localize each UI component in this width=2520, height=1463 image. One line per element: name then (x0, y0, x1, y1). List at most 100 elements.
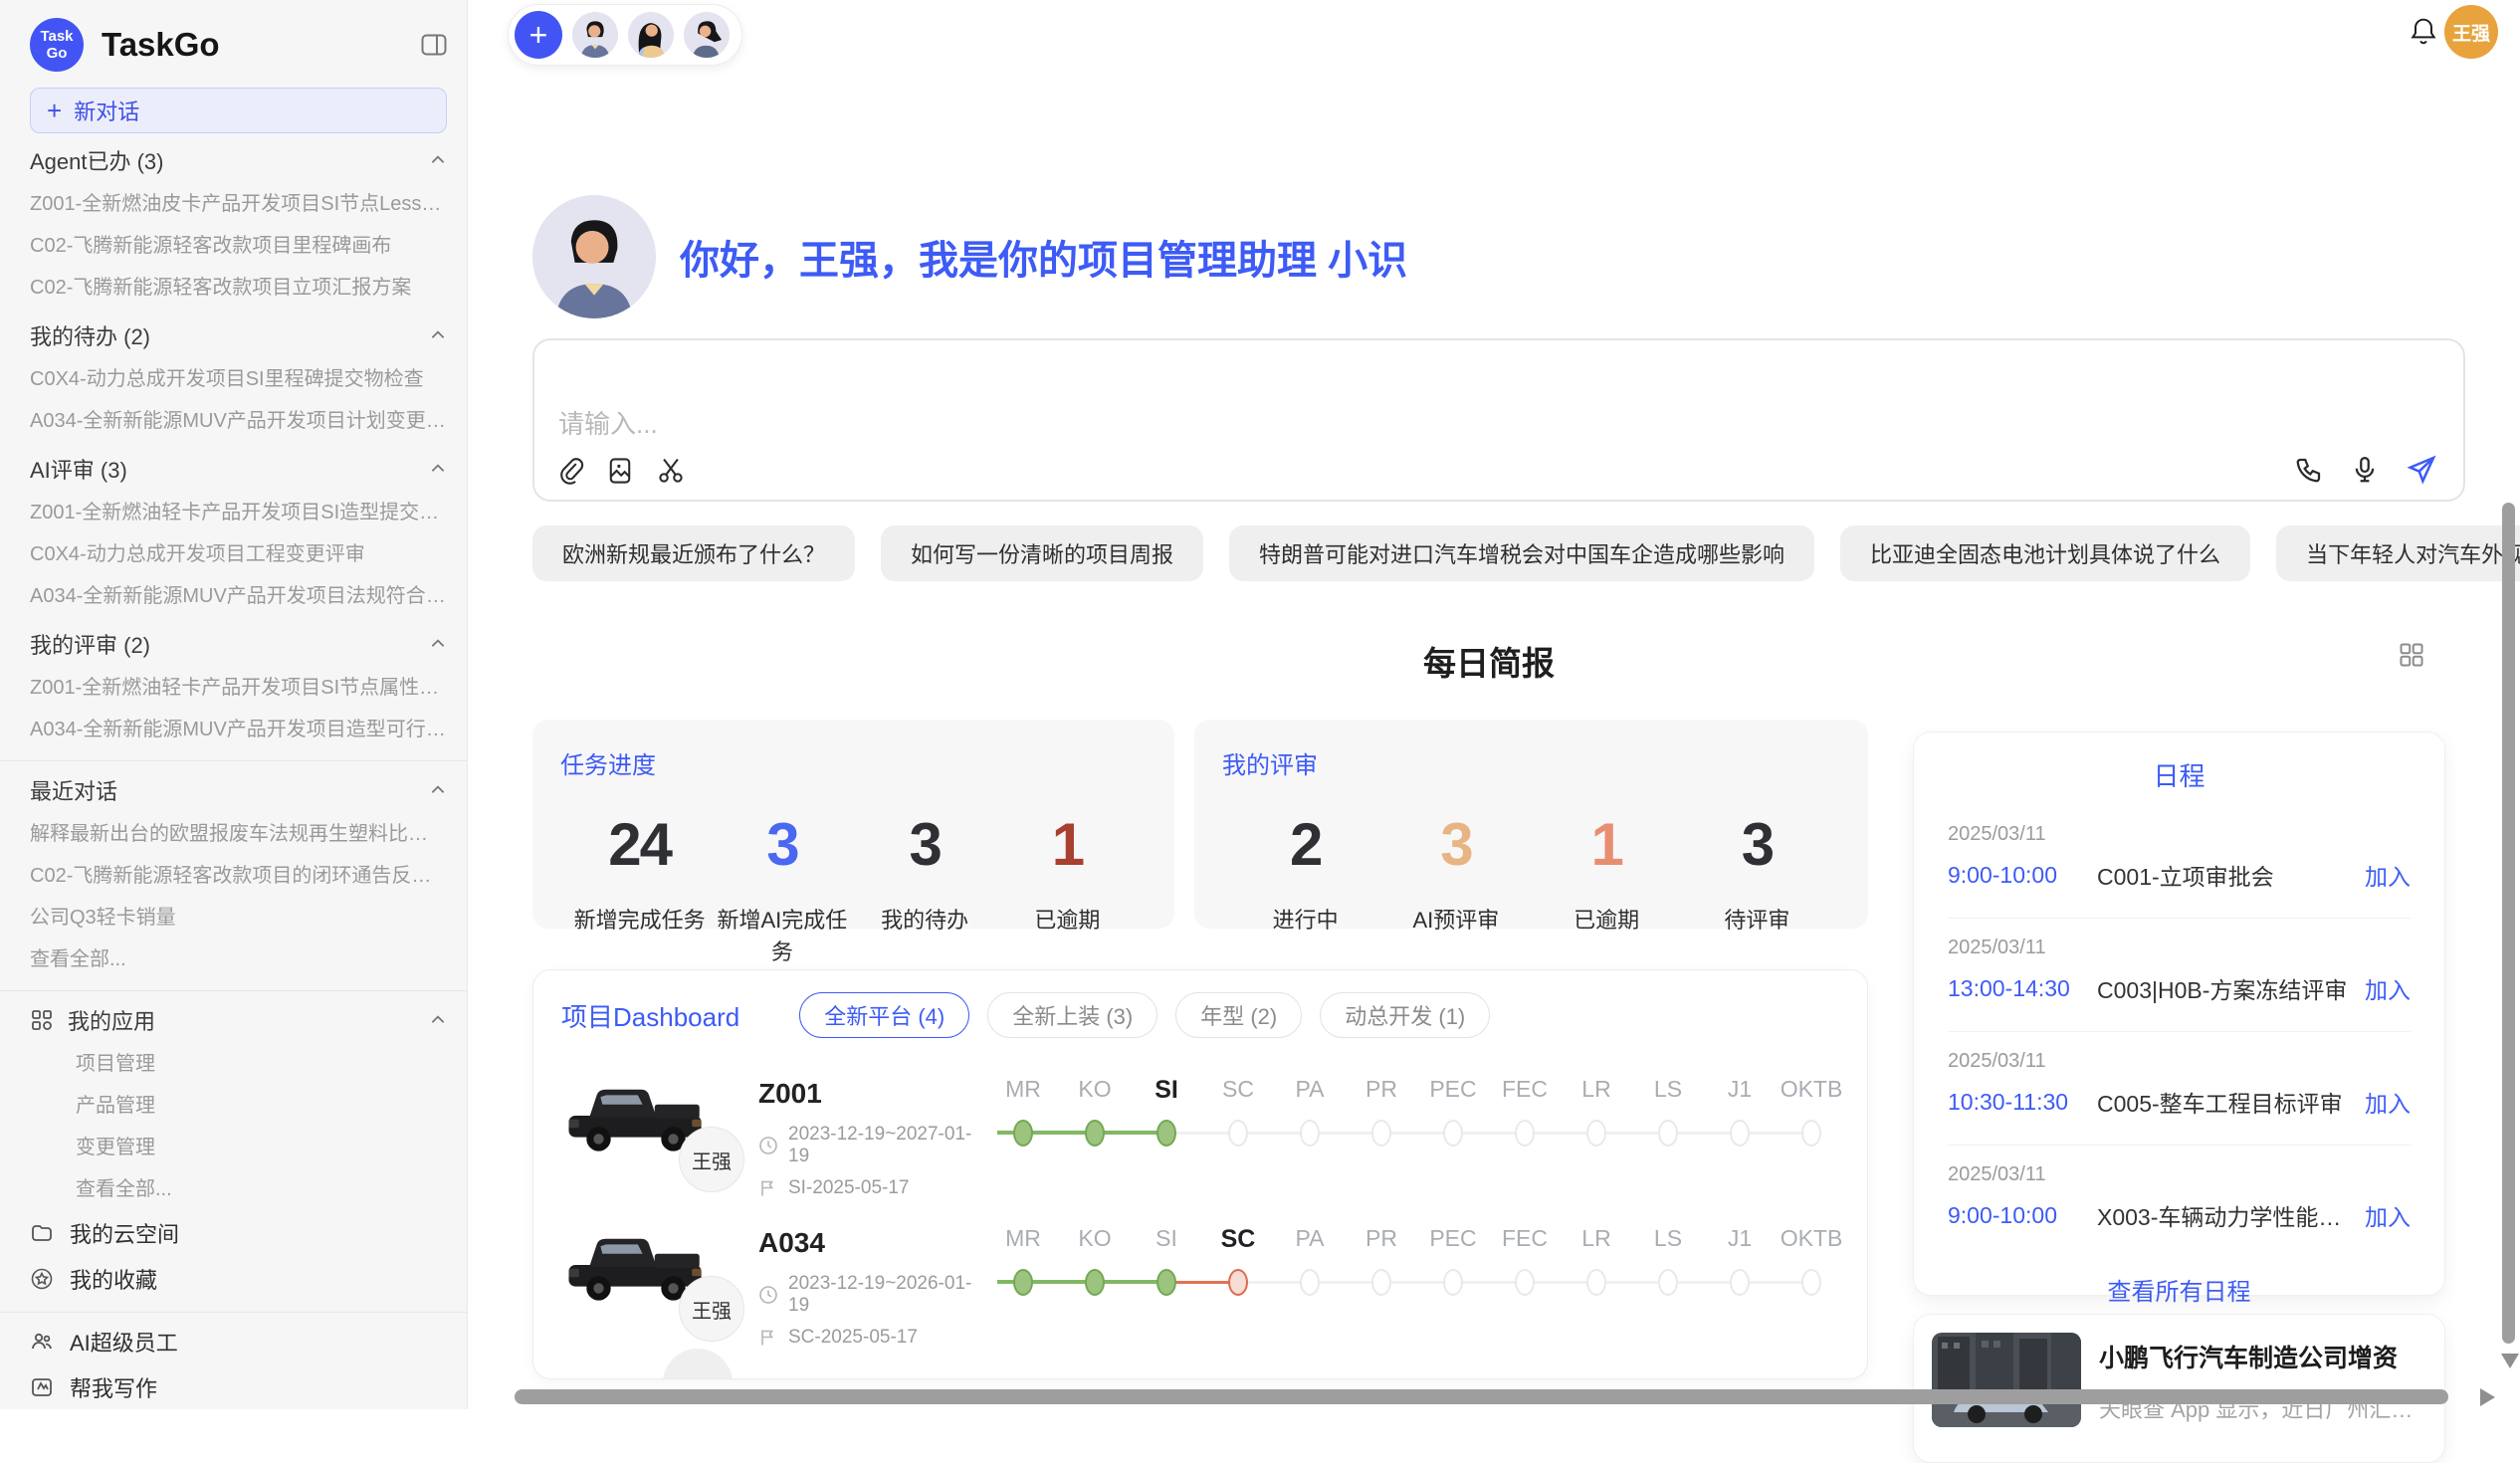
suggestion-chip[interactable]: 当下年轻人对汽车外观有怎样的喜好趋势 (2276, 525, 2520, 581)
chat-input[interactable] (556, 402, 2205, 442)
sidebar-conversation-item[interactable]: 解释最新出台的欧盟报废车法规再生塑料比例被调至15%... (30, 813, 447, 855)
milestone-dot[interactable] (1586, 1120, 1606, 1147)
milestone-dot[interactable] (1730, 1269, 1750, 1296)
sidebar-collapse-icon[interactable] (421, 33, 447, 57)
scroll-right-arrow[interactable] (2480, 1388, 2495, 1406)
sidebar-conversation-item[interactable]: C02-飞腾新能源轻客改款项目立项汇报方案 (30, 267, 447, 309)
scissors-icon[interactable] (656, 456, 686, 486)
dashboard-tab[interactable]: 全新上装 (3) (987, 992, 1157, 1038)
sidebar-section-header[interactable]: 我的评审 (2) (30, 621, 447, 667)
image-icon[interactable] (606, 456, 634, 486)
milestone-dot[interactable] (1013, 1269, 1033, 1296)
project-code[interactable]: A034 (758, 1227, 981, 1259)
join-button[interactable]: 加入 (2365, 971, 2411, 1005)
join-button[interactable]: 加入 (2365, 1198, 2411, 1232)
milestone-dot[interactable] (1515, 1269, 1535, 1296)
sidebar-item-cloud-folder[interactable]: 我的云空间 (30, 1210, 447, 1256)
sidebar-section-my-apps[interactable]: 我的应用 (30, 997, 447, 1043)
assistant-avatar-3[interactable] (684, 12, 730, 58)
sidebar-item-write[interactable]: 帮我写作 (30, 1364, 447, 1409)
stat-item: 3 待评审 (1682, 810, 1832, 935)
paperclip-icon[interactable] (556, 456, 584, 486)
dashboard-tab[interactable]: 动总开发 (1) (1320, 992, 1490, 1038)
sidebar-conversation-item[interactable]: A034-全新新能源MUV产品开发项目造型可行性评审 (30, 709, 447, 750)
milestone-label: OKTB (1776, 1076, 1847, 1103)
milestone-label: J1 (1704, 1076, 1776, 1103)
milestone-dot[interactable] (1371, 1269, 1391, 1296)
layout-grid-icon[interactable] (2398, 641, 2425, 669)
sidebar-apps-view-all[interactable]: 查看全部... (30, 1168, 447, 1210)
new-chat-button[interactable]: + 新对话 (30, 88, 447, 133)
sidebar-item-people[interactable]: AI超级员工 (30, 1319, 447, 1364)
milestone-dot[interactable] (1013, 1120, 1033, 1147)
sidebar-section-header[interactable]: Agent已办 (3) (30, 137, 447, 183)
milestone-dot[interactable] (1586, 1269, 1606, 1296)
milestone-dot[interactable] (1515, 1120, 1535, 1147)
suggestion-chip[interactable]: 如何写一份清晰的项目周报 (881, 525, 1203, 581)
milestone-dot[interactable] (1085, 1120, 1105, 1147)
milestone-dot[interactable] (1801, 1269, 1821, 1296)
vertical-scrollbar-thumb[interactable] (2502, 503, 2515, 1344)
sidebar-section-header[interactable]: 我的待办 (2) (30, 313, 447, 358)
join-button[interactable]: 加入 (2365, 858, 2411, 892)
event-time: 10:30-11:30 (1948, 1089, 2097, 1116)
sidebar-section-header[interactable]: 最近对话 (30, 767, 447, 813)
milestone-dot[interactable] (1658, 1269, 1678, 1296)
suggestion-chip[interactable]: 特朗普可能对进口汽车增税会对中国车企造成哪些影响 (1229, 525, 1814, 581)
milestone-dot[interactable] (1371, 1120, 1391, 1147)
milestone-dot[interactable] (1801, 1120, 1821, 1147)
milestone-dot[interactable] (1085, 1269, 1105, 1296)
microphone-icon[interactable] (2350, 455, 2380, 485)
add-assistant-button[interactable]: + (515, 11, 562, 59)
phone-icon[interactable] (2294, 455, 2324, 485)
milestone-dot[interactable] (1228, 1269, 1248, 1296)
sidebar-conversation-item[interactable]: Z001-全新燃油轻卡产品开发项目SI节点属性5D文件评审 (30, 667, 447, 709)
suggestion-chip[interactable]: 欧洲新规最近颁布了什么？ (532, 525, 855, 581)
dashboard-tab[interactable]: 年型 (2) (1175, 992, 1302, 1038)
milestone-dot[interactable] (1443, 1120, 1463, 1147)
sidebar-app-item[interactable]: 变更管理 (30, 1127, 447, 1168)
dashboard-tab[interactable]: 全新平台 (4) (799, 992, 969, 1038)
sidebar-item-star-badge[interactable]: 我的收藏 (30, 1256, 447, 1302)
user-avatar[interactable]: 王强 (2444, 5, 2498, 59)
sidebar-conversation-item[interactable]: A034-全新新能源MUV产品开发项目计划变更表编写 (30, 400, 447, 442)
suggestion-chip[interactable]: 比亚迪全固态电池计划具体说了什么 (1840, 525, 2250, 581)
sidebar-app-item[interactable]: 产品管理 (30, 1085, 447, 1127)
milestone-dot[interactable] (1300, 1269, 1320, 1296)
sidebar-conversation-item[interactable]: C0X4-动力总成开发项目SI里程碑提交物检查 (30, 358, 447, 400)
divider (0, 760, 467, 761)
project-vehicle-image: 王强 (561, 1076, 711, 1170)
chat-composer[interactable] (532, 338, 2465, 502)
sidebar-conversation-item[interactable]: C0X4-动力总成开发项目工程变更评审 (30, 533, 447, 575)
news-card[interactable]: 小鹏飞行汽车制造公司增资 天眼查 App 显示，近日广州汇天飞行汽... (1913, 1314, 2445, 1463)
chevron-up-icon (429, 326, 447, 344)
sidebar-app-item[interactable]: 项目管理 (30, 1043, 447, 1085)
sidebar-conversation-item[interactable]: Z001-全新燃油轻卡产品开发项目SI造型提交物评审 (30, 492, 447, 533)
horizontal-scrollbar-thumb[interactable] (515, 1389, 2448, 1404)
assistant-avatar-1[interactable] (572, 12, 618, 58)
scroll-down-arrow[interactable] (2501, 1354, 2519, 1368)
schedule-event: 2025/03/11 9:00-10:00 C001-立项审批会 加入 (1948, 805, 2411, 919)
assistant-avatar-2[interactable] (628, 12, 674, 58)
sidebar-conversation-item[interactable]: C02-飞腾新能源轻客改款项目的闭环通告反馈情况 (30, 855, 447, 897)
sidebar-conversation-item[interactable]: C02-飞腾新能源轻客改款项目里程碑画布 (30, 225, 447, 267)
join-button[interactable]: 加入 (2365, 1085, 2411, 1119)
sidebar-section-header[interactable]: AI评审 (3) (30, 446, 447, 492)
milestone-dot[interactable] (1300, 1120, 1320, 1147)
milestone-dot[interactable] (1730, 1120, 1750, 1147)
project-code[interactable]: Z001 (758, 1078, 981, 1110)
milestone-dot[interactable] (1228, 1120, 1248, 1147)
sidebar-view-all[interactable]: 查看全部... (30, 939, 447, 980)
milestone-dot[interactable] (1156, 1120, 1176, 1147)
send-icon[interactable] (2406, 454, 2437, 486)
notification-bell-icon[interactable] (2409, 16, 2438, 48)
schedule-card: 日程 2025/03/11 9:00-10:00 C001-立项审批会 加入 2… (1913, 732, 2445, 1296)
sidebar-conversation-item[interactable]: A034-全新新能源MUV产品开发项目法规符合性评审 (30, 575, 447, 617)
milestone-dot[interactable] (1658, 1120, 1678, 1147)
sidebar-conversation-item[interactable]: 公司Q3轻卡销量 (30, 897, 447, 939)
sidebar-conversation-item[interactable]: Z001-全新燃油皮卡产品开发项目SI节点Lesson Learn报告 (30, 183, 447, 225)
view-all-schedule-link[interactable]: 查看所有日程 (1948, 1272, 2411, 1307)
milestone-dot[interactable] (1156, 1269, 1176, 1296)
flag-icon (758, 1178, 778, 1198)
milestone-dot[interactable] (1443, 1269, 1463, 1296)
